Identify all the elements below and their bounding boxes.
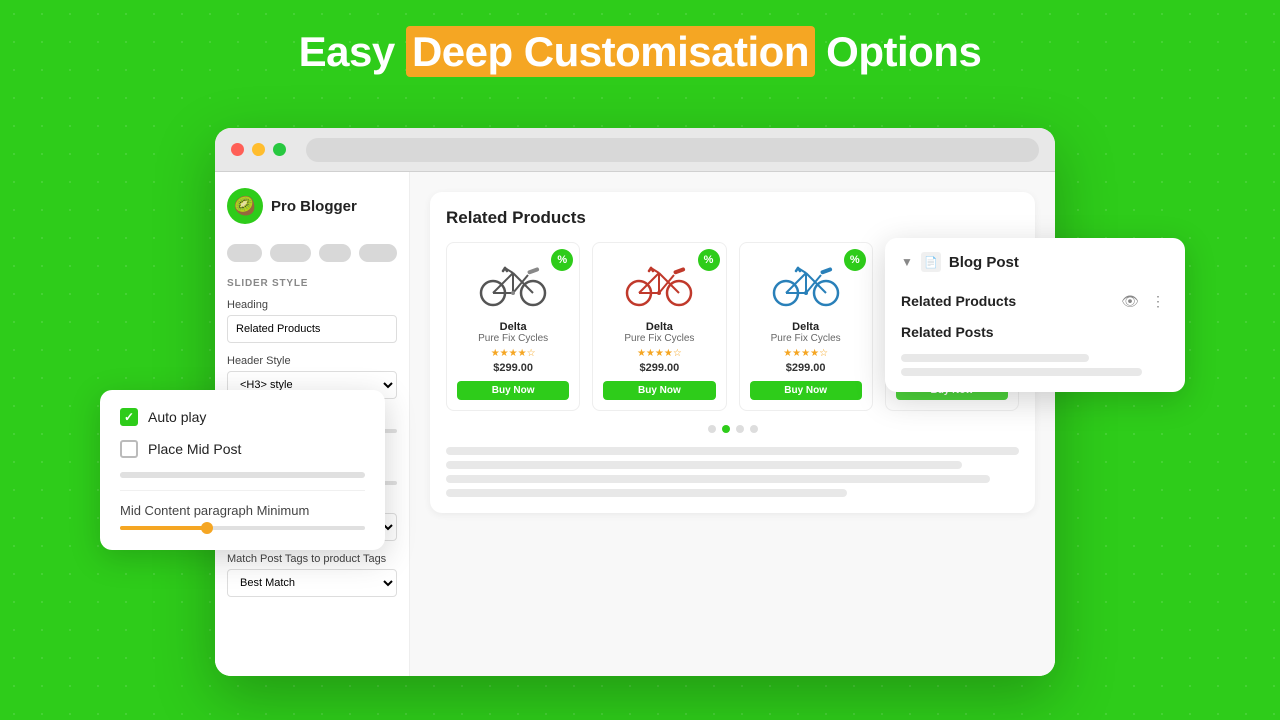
product-image [473, 253, 553, 313]
slider-dot-2[interactable] [722, 425, 730, 433]
heading-label: Heading [227, 299, 397, 311]
product-badge: % [844, 249, 866, 271]
autoplay-label: Auto play [148, 409, 206, 425]
product-card: % [446, 242, 580, 411]
product-stars: ★★★★☆ [603, 348, 715, 359]
browser-dot-yellow [252, 143, 265, 156]
title-highlight: Deep Customisation [406, 26, 815, 77]
browser-bar [215, 128, 1055, 172]
product-brand: Pure Fix Cycles [750, 333, 862, 344]
blog-header: ▼ 📄 Blog Post [901, 252, 1169, 272]
blog-line-2 [901, 368, 1142, 376]
place-mid-label: Place Mid Post [148, 441, 241, 457]
browser-dot-red [231, 143, 244, 156]
product-price: $299.00 [457, 362, 569, 374]
product-image [766, 253, 846, 313]
blog-item-icons-1: 👁 ⋮ [1119, 290, 1169, 312]
buy-button[interactable]: Buy Now [457, 381, 569, 400]
match-tags-select[interactable]: Best Match [227, 569, 397, 597]
blog-placeholder-lines [901, 354, 1169, 376]
buy-button[interactable]: Buy Now [603, 381, 715, 400]
slider-dot-4[interactable] [750, 425, 758, 433]
products-title: Related Products [446, 208, 1019, 228]
product-image [619, 253, 699, 313]
chevron-icon: ▼ [901, 255, 913, 269]
product-name: Delta [457, 321, 569, 333]
panel-settings: ✓ Auto play Place Mid Post Mid Content p… [100, 390, 385, 550]
heading-group: Heading [227, 299, 397, 343]
panel-divider [120, 490, 365, 491]
blog-icon: 📄 [921, 252, 941, 272]
slider-dot-3[interactable] [736, 425, 744, 433]
place-mid-checkbox[interactable] [120, 440, 138, 458]
product-card: % [739, 242, 873, 411]
logo-area: 🥝 Pro Blogger [227, 188, 397, 224]
product-stars: ★★★★☆ [457, 348, 569, 359]
panel-slider-bar-container [120, 472, 365, 478]
title-part1: Easy [299, 28, 406, 75]
slider-dots [446, 425, 1019, 433]
blog-title: Blog Post [949, 254, 1019, 271]
blog-item-row-1: Related Products 👁 ⋮ [901, 284, 1169, 318]
browser-dot-green [273, 143, 286, 156]
logo-text: Pro Blogger [271, 198, 357, 215]
logo-icon: 🥝 [227, 188, 263, 224]
product-brand: Pure Fix Cycles [457, 333, 569, 344]
panel-blog: ▼ 📄 Blog Post Related Products 👁 ⋮ Relat… [885, 238, 1185, 392]
place-mid-row: Place Mid Post [120, 440, 365, 458]
product-brand: Pure Fix Cycles [603, 333, 715, 344]
page-title: Easy Deep Customisation Options [0, 0, 1280, 96]
buy-button[interactable]: Buy Now [750, 381, 862, 400]
browser-url-bar [306, 138, 1039, 162]
blog-item-label-1: Related Products [901, 293, 1016, 309]
product-card: % [592, 242, 726, 411]
mid-content-slider[interactable] [120, 526, 365, 530]
more-icon[interactable]: ⋮ [1147, 290, 1169, 312]
slider-dot-1[interactable] [708, 425, 716, 433]
product-name: Delta [750, 321, 862, 333]
product-stars: ★★★★☆ [750, 348, 862, 359]
match-tags-group: Match Post Tags to product Tags Best Mat… [227, 553, 397, 597]
autoplay-checkbox[interactable]: ✓ [120, 408, 138, 426]
section-label: SLIDER STYLE [227, 278, 397, 289]
header-style-label: Header Style [227, 355, 397, 367]
product-badge: % [698, 249, 720, 271]
eye-icon[interactable]: 👁 [1119, 290, 1141, 312]
product-name: Delta [603, 321, 715, 333]
product-price: $299.00 [603, 362, 715, 374]
blog-line-1 [901, 354, 1089, 362]
mid-content-label: Mid Content paragraph Minimum [120, 503, 365, 518]
nav-pills [227, 244, 397, 262]
product-badge: % [551, 249, 573, 271]
title-part2: Options [815, 28, 981, 75]
blog-item-row-2: Related Posts [901, 318, 1169, 346]
match-tags-label: Match Post Tags to product Tags [227, 553, 397, 565]
content-lines [446, 447, 1019, 497]
autoplay-row: ✓ Auto play [120, 408, 365, 426]
heading-input[interactable] [227, 315, 397, 343]
blog-item-label-2: Related Posts [901, 324, 994, 340]
product-price: $299.00 [750, 362, 862, 374]
